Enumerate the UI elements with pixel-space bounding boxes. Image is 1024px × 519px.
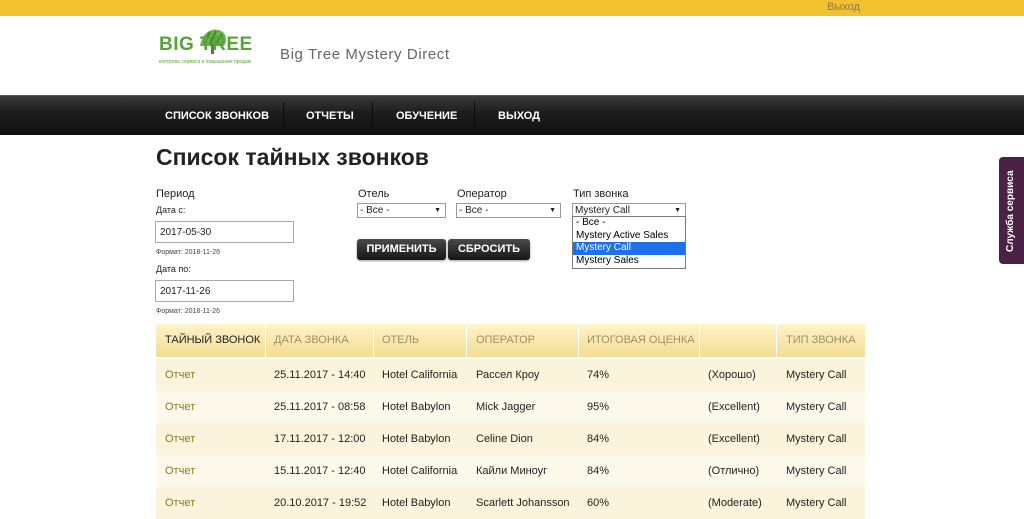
report-link[interactable]: Отчет xyxy=(165,487,195,519)
call-type-option[interactable]: - Все - xyxy=(573,217,685,230)
operator-name: Mick Jagger xyxy=(476,401,536,413)
hotel-select-value: - Все - xyxy=(360,205,390,216)
logo-text: BIG TREE xyxy=(159,34,253,55)
date-from-input[interactable] xyxy=(155,221,294,243)
reset-button[interactable]: СБРОСИТЬ xyxy=(448,239,530,260)
call-type: Mystery Call xyxy=(786,401,847,413)
operator-label: Оператор xyxy=(457,188,507,200)
call-date: 25.11.2017 - 08:58 xyxy=(274,401,366,413)
table-row: Отчет 20.10.2017 - 19:52 Hotel Babylon S… xyxy=(156,487,865,519)
call-type-option-selected[interactable]: Mystery Call xyxy=(573,242,685,255)
call-type: Mystery Call xyxy=(786,369,847,381)
column-divider xyxy=(373,324,374,357)
chevron-down-icon: ▼ xyxy=(549,207,556,214)
column-header-score[interactable]: ИТОГОВАЯ ОЦЕНКА xyxy=(587,324,695,357)
column-divider xyxy=(265,324,266,357)
call-type: Mystery Call xyxy=(786,497,847,509)
nav-divider xyxy=(372,102,373,130)
column-divider xyxy=(578,324,579,357)
nav-logout[interactable]: ВЫХОД xyxy=(498,96,540,136)
nav-divider xyxy=(474,102,475,130)
apply-button[interactable]: ПРИМЕНИТЬ xyxy=(357,239,446,260)
total-score: 60% xyxy=(587,497,610,509)
call-type: Mystery Call xyxy=(786,465,847,477)
column-header-call[interactable]: ТАЙНЫЙ ЗВОНОК xyxy=(165,324,260,357)
date-to-hint: Формат: 2018-11-26 xyxy=(156,308,221,315)
logo[interactable]: BIG TREE контроль сервиса и повышение пр… xyxy=(159,26,274,70)
hotel-name: Hotel California xyxy=(382,465,458,477)
column-header-hotel[interactable]: ОТЕЛЬ xyxy=(382,324,419,357)
column-header-date[interactable]: ДАТА ЗВОНКА xyxy=(274,324,349,357)
call-date: 25.11.2017 - 14:40 xyxy=(274,369,366,381)
service-tab[interactable]: Служба сервиса xyxy=(999,157,1024,264)
hotel-label: Отель xyxy=(358,188,390,200)
hotel-select[interactable]: - Все - ▼ xyxy=(357,203,446,218)
column-divider xyxy=(699,324,700,357)
hotel-name: Hotel California xyxy=(382,369,458,381)
logo-tagline: контроль сервиса и повышение продаж xyxy=(159,59,252,65)
table-header: ТАЙНЫЙ ЗВОНОК ДАТА ЗВОНКА ОТЕЛЬ ОПЕРАТОР… xyxy=(156,324,865,357)
report-link[interactable]: Отчет xyxy=(165,359,195,391)
date-from-label: Дата с: xyxy=(156,205,186,215)
total-score: 84% xyxy=(587,465,610,477)
table-row: Отчет 25.11.2017 - 14:40 Hotel Californi… xyxy=(156,359,865,391)
column-header-operator[interactable]: ОПЕРАТОР xyxy=(476,324,535,357)
top-bar: Выход xyxy=(0,0,1024,16)
operator-select[interactable]: - Все - ▼ xyxy=(456,203,561,218)
report-link[interactable]: Отчет xyxy=(165,423,195,455)
nav-training[interactable]: ОБУЧЕНИЕ xyxy=(396,96,457,136)
operator-select-value: - Все - xyxy=(459,205,489,216)
date-to-label: Дата по: xyxy=(156,264,191,274)
operator-name: Celine Dion xyxy=(476,433,533,445)
period-label: Период xyxy=(156,188,195,200)
service-tab-label: Служба сервиса xyxy=(1005,170,1016,252)
score-rating: (Хорошо) xyxy=(708,369,756,381)
nav-reports[interactable]: ОТЧЕТЫ xyxy=(306,96,354,136)
hotel-name: Hotel Babylon xyxy=(382,401,451,413)
call-type-dropdown: - Все - Mystery Active Sales Mystery Cal… xyxy=(572,216,686,269)
table-row: Отчет 25.11.2017 - 08:58 Hotel Babylon M… xyxy=(156,391,865,423)
date-from-hint: Формат: 2018-11-26 xyxy=(156,249,221,256)
site-title: Big Tree Mystery Direct xyxy=(280,46,450,63)
hotel-name: Hotel Babylon xyxy=(382,497,451,509)
table-row: Отчет 15.11.2017 - 12:40 Hotel Californi… xyxy=(156,455,865,487)
call-date: 20.10.2017 - 19:52 xyxy=(274,497,367,509)
score-rating: (Moderate) xyxy=(708,497,762,509)
chevron-down-icon: ▼ xyxy=(434,207,441,214)
operator-name: Кайли Миноуг xyxy=(476,465,548,477)
total-score: 74% xyxy=(587,369,610,381)
column-divider xyxy=(466,324,467,357)
score-rating: (Excellent) xyxy=(708,433,760,445)
score-rating: (Excellent) xyxy=(708,401,760,413)
call-type-option[interactable]: Mystery Active Sales xyxy=(573,230,685,243)
top-logout-link[interactable]: Выход xyxy=(827,0,860,14)
call-type-select-value: Mystery Call xyxy=(575,205,631,216)
operator-name: Рассел Кроу xyxy=(476,369,540,381)
column-header-type[interactable]: ТИП ЗВОНКА xyxy=(786,324,855,357)
date-to-input[interactable] xyxy=(155,280,294,302)
call-date: 15.11.2017 - 12:40 xyxy=(274,465,366,477)
report-link[interactable]: Отчет xyxy=(165,455,195,487)
total-score: 95% xyxy=(587,401,610,413)
call-type-label: Тип звонка xyxy=(573,188,629,200)
call-type-option[interactable]: Mystery Sales xyxy=(573,255,685,268)
main-nav: СПИСОК ЗВОНКОВ ОТЧЕТЫ ОБУЧЕНИЕ ВЫХОД xyxy=(0,95,1024,135)
total-score: 84% xyxy=(587,433,610,445)
column-divider xyxy=(776,324,777,357)
operator-name: Scarlett Johansson xyxy=(476,497,570,509)
nav-divider xyxy=(283,102,284,130)
nav-call-list[interactable]: СПИСОК ЗВОНКОВ xyxy=(165,96,269,136)
hotel-name: Hotel Babylon xyxy=(382,433,451,445)
page-title: Список тайных звонков xyxy=(156,144,429,170)
call-type: Mystery Call xyxy=(786,433,847,445)
score-rating: (Отлично) xyxy=(708,465,760,477)
table-row: Отчет 17.11.2017 - 12:00 Hotel Babylon C… xyxy=(156,423,865,455)
call-date: 17.11.2017 - 12:00 xyxy=(274,433,366,445)
report-link[interactable]: Отчет xyxy=(165,391,195,423)
